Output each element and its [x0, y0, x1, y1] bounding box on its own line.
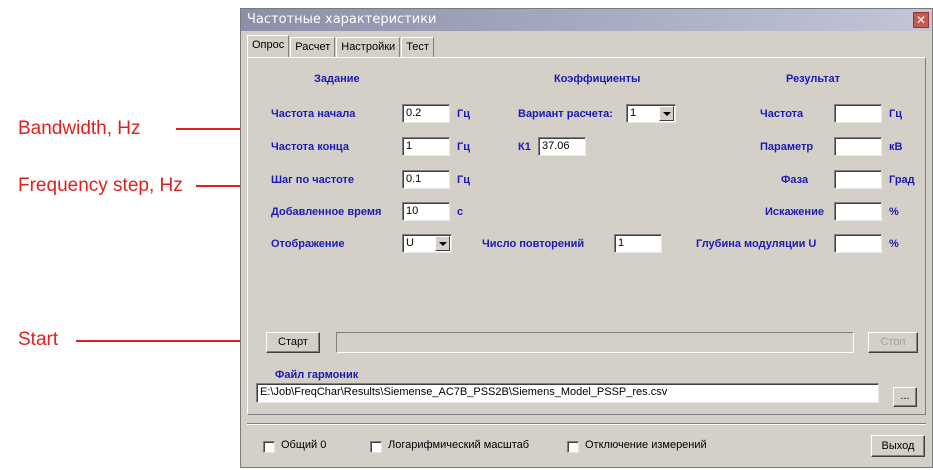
progress-bar: [336, 332, 854, 353]
end-frequency-unit: Гц: [457, 141, 470, 153]
k1-input[interactable]: 37.06: [538, 137, 586, 156]
result-phase-input[interactable]: [834, 170, 882, 189]
harmonics-file-label: Файл гармоник: [275, 369, 359, 381]
result-distortion-label: Искажение: [765, 206, 824, 218]
log-scale-checkbox[interactable]: [370, 441, 382, 453]
result-phase-label: Фаза: [781, 174, 809, 186]
tab-settings[interactable]: Настройки: [336, 37, 401, 57]
common-zero-checkbox[interactable]: [263, 441, 275, 453]
stop-button[interactable]: Стоп: [868, 332, 918, 353]
task-header: Задание: [314, 73, 360, 85]
result-frequency-input[interactable]: [834, 104, 882, 123]
annotation-start: Start: [18, 329, 59, 350]
disable-measurements-checkbox[interactable]: [567, 441, 579, 453]
repeats-label: Число повторений: [482, 238, 585, 250]
divider: [247, 423, 926, 425]
calc-variant-value: 1: [630, 107, 637, 119]
added-time-label: Добавленное время: [271, 206, 382, 218]
result-parameter-input[interactable]: [834, 137, 882, 156]
start-frequency-unit: Гц: [457, 108, 470, 120]
common-zero-label: Общий 0: [281, 439, 327, 451]
modulation-depth-input[interactable]: [834, 234, 882, 253]
end-frequency-label: Частота конца: [271, 141, 349, 153]
result-frequency-label: Частота: [760, 108, 804, 120]
frequency-characteristics-window: Частотные характеристики ✕ Опрос Расчет …: [240, 8, 933, 468]
start-frequency-input[interactable]: 0.2: [402, 104, 450, 123]
chevron-down-icon[interactable]: [435, 236, 450, 251]
title-bar[interactable]: Частотные характеристики ✕: [241, 9, 932, 31]
modulation-depth-label: Глубина модуляции U: [696, 238, 817, 250]
start-frequency-label: Частота начала: [271, 108, 356, 120]
disable-measurements-label: Отключение измерений: [585, 439, 707, 451]
added-time-input[interactable]: 10: [402, 202, 450, 221]
modulation-depth-unit: %: [889, 238, 899, 250]
tab-poll[interactable]: Опрос: [247, 35, 290, 57]
harmonics-file-path-input[interactable]: E:\Job\FreqChar\Results\Siemense_AC7B_PS…: [256, 383, 879, 403]
end-frequency-input[interactable]: 1: [402, 137, 450, 156]
result-parameter-unit: кВ: [889, 141, 903, 153]
k1-label: К1: [518, 141, 531, 153]
annotation-arrow-start: [76, 340, 254, 342]
tab-calc[interactable]: Расчет: [290, 37, 336, 57]
annotation-frequency-step: Frequency step, Hz: [18, 175, 183, 196]
log-scale-label: Логарифмический масштаб: [388, 439, 530, 451]
display-label: Отображение: [271, 238, 345, 250]
calc-variant-label: Вариант расчета:: [518, 108, 613, 120]
coefficients-header: Коэффициенты: [554, 73, 641, 85]
result-distortion-input[interactable]: [834, 202, 882, 221]
tab-test[interactable]: Тест: [401, 37, 434, 57]
result-header: Результат: [786, 73, 841, 85]
repeats-input[interactable]: 1: [614, 234, 662, 253]
added-time-unit: с: [457, 206, 464, 218]
result-distortion-unit: %: [889, 206, 899, 218]
calc-variant-select[interactable]: 1: [626, 104, 676, 123]
chevron-down-icon[interactable]: [659, 106, 674, 121]
annotation-bandwidth: Bandwidth, Hz: [18, 118, 141, 139]
display-select-value: U: [406, 237, 414, 249]
exit-button[interactable]: Выход: [871, 435, 925, 457]
result-phase-unit: Град: [889, 174, 915, 186]
close-button[interactable]: ✕: [913, 12, 929, 28]
browse-button[interactable]: ...: [893, 387, 917, 407]
window-title: Частотные характеристики: [247, 12, 437, 27]
frequency-step-unit: Гц: [457, 174, 470, 186]
display-select[interactable]: U: [402, 234, 452, 253]
start-button[interactable]: Старт: [266, 332, 320, 353]
frequency-step-label: Шаг по частоте: [271, 174, 355, 186]
frequency-step-input[interactable]: 0.1: [402, 170, 450, 189]
result-frequency-unit: Гц: [889, 108, 902, 120]
result-parameter-label: Параметр: [760, 141, 814, 153]
tab-strip: Опрос Расчет Настройки Тест: [247, 35, 435, 57]
